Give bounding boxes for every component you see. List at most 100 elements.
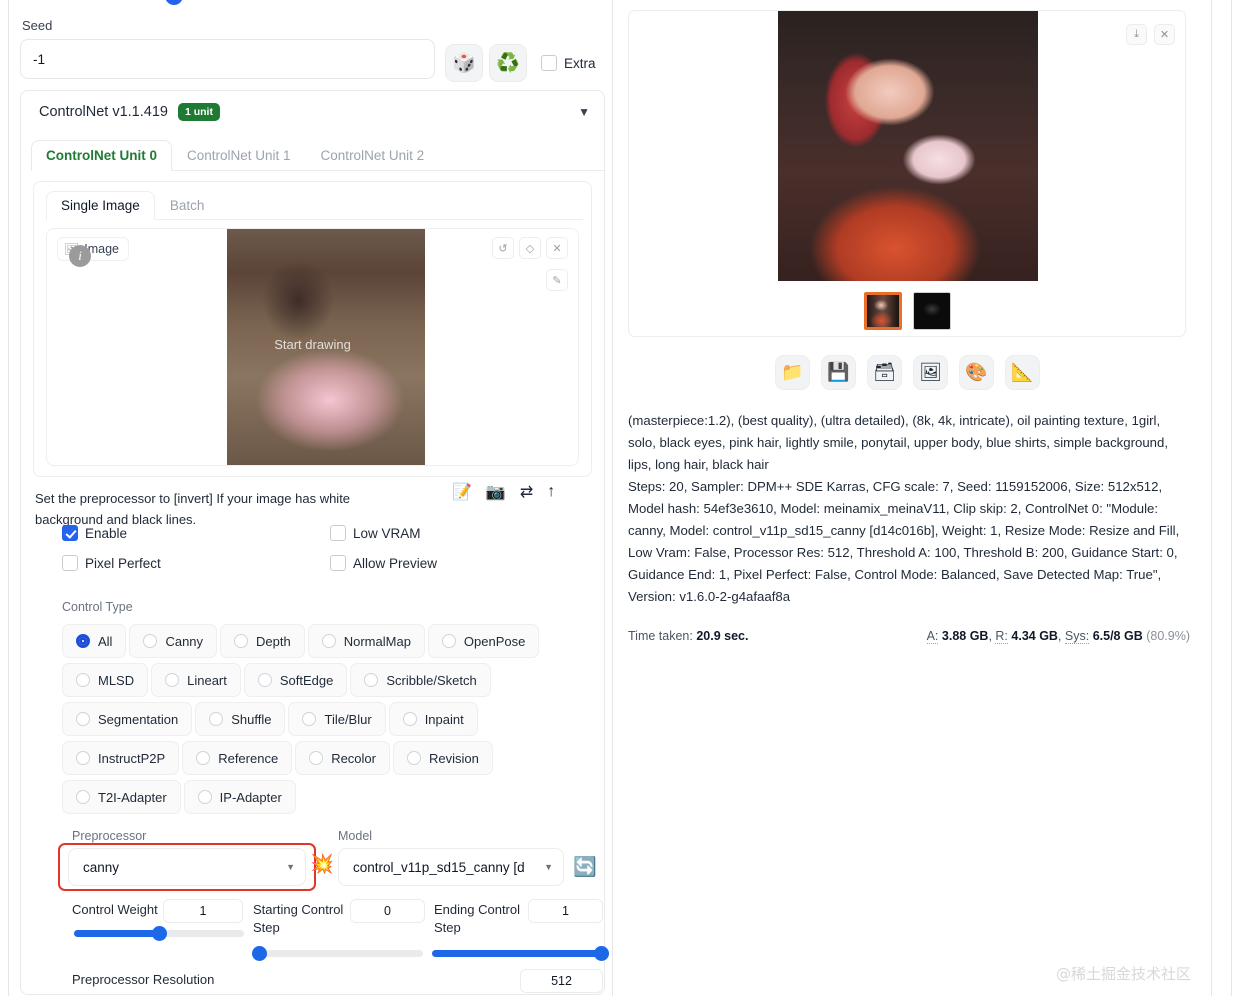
control-type-normalmap[interactable]: NormalMap bbox=[307, 624, 425, 658]
radio-icon bbox=[257, 673, 272, 687]
radio-icon bbox=[302, 712, 317, 726]
control-type-lineart[interactable]: Lineart bbox=[151, 663, 241, 697]
eraser-icon[interactable]: ◇ bbox=[519, 237, 541, 259]
pixel-perfect-checkbox[interactable]: Pixel Perfect bbox=[62, 555, 330, 571]
seed-label: Seed bbox=[22, 18, 53, 33]
save-icon[interactable]: 💾 bbox=[821, 355, 856, 390]
single-image-card: Single Image Batch 🖼 Image i Start drawi… bbox=[33, 181, 592, 477]
undo-icon[interactable]: ↺ bbox=[492, 237, 514, 259]
chevron-down-icon: ▼ bbox=[544, 862, 553, 872]
ending-control-step-slider[interactable] bbox=[432, 946, 609, 961]
control-type-softedge[interactable]: SoftEdge bbox=[243, 663, 348, 697]
model-select[interactable]: control_v11p_sd15_canny [d ▼ bbox=[338, 848, 564, 886]
preprocessor-resolution-value[interactable]: 512 bbox=[520, 969, 603, 993]
enable-label: Enable bbox=[85, 525, 128, 541]
control-type-depth[interactable]: Depth bbox=[220, 624, 305, 658]
send-to-img2img-icon[interactable]: 🖼 bbox=[913, 355, 948, 390]
chevron-down-icon[interactable]: ▼ bbox=[578, 105, 590, 119]
control-type-reference[interactable]: Reference bbox=[182, 741, 293, 775]
preprocessor-select[interactable]: canny ▼ bbox=[68, 848, 306, 886]
starting-control-step-slider[interactable] bbox=[252, 946, 423, 961]
preprocessor-value: canny bbox=[83, 859, 120, 875]
radio-icon bbox=[441, 634, 456, 648]
control-type-t2i-adapter[interactable]: T2I-Adapter bbox=[62, 780, 181, 814]
control-type-revision[interactable]: Revision bbox=[392, 741, 493, 775]
control-type-all[interactable]: All bbox=[62, 624, 127, 658]
control-type-inpaint[interactable]: Inpaint bbox=[388, 702, 478, 736]
generated-image[interactable] bbox=[778, 11, 1038, 281]
allow-preview-checkbox[interactable]: Allow Preview bbox=[330, 555, 437, 571]
starting-control-step-value[interactable]: 0 bbox=[350, 899, 425, 923]
control-type-shuffle[interactable]: Shuffle bbox=[195, 702, 286, 736]
mem-r-value: 4.34 GB bbox=[1011, 629, 1058, 643]
control-type-tile-blur[interactable]: Tile/Blur bbox=[288, 702, 386, 736]
control-weight-slider[interactable] bbox=[74, 926, 244, 941]
stable-diffusion-webui-screen: Seed 🎲 ♻️ Extra ControlNet v1.1.419 1 un… bbox=[0, 0, 1234, 996]
control-type-recolor[interactable]: Recolor bbox=[295, 741, 390, 775]
result-thumb-generated[interactable] bbox=[863, 292, 902, 330]
control-type-label-text: NormalMap bbox=[343, 633, 411, 649]
slider-handle-above[interactable] bbox=[165, 0, 183, 5]
control-type-instructp2p[interactable]: InstructP2P bbox=[62, 741, 180, 775]
image-source-tabs: Single Image Batch bbox=[46, 190, 583, 220]
generated-result-card: ⤓ ✕ bbox=[628, 10, 1186, 337]
tab-controlnet-unit-2[interactable]: ControlNet Unit 2 bbox=[306, 140, 440, 171]
controlnet-header[interactable]: ControlNet v1.1.419 1 unit ▼ bbox=[21, 91, 604, 127]
open-folder-icon[interactable]: 📁 bbox=[775, 355, 810, 390]
mem-sys-pct: (80.9%) bbox=[1146, 629, 1190, 643]
control-type-label-text: T2I-Adapter bbox=[98, 789, 167, 805]
controlnet-toggles: Enable Low VRAM Pixel Perfect Allow Prev… bbox=[62, 525, 562, 585]
tab-controlnet-unit-0[interactable]: ControlNet Unit 0 bbox=[31, 140, 172, 171]
radio-icon bbox=[364, 673, 379, 687]
extra-checkbox[interactable]: Extra bbox=[541, 55, 596, 71]
radio-icon bbox=[143, 634, 158, 648]
enable-checkbox[interactable]: Enable bbox=[62, 525, 330, 541]
swap-icon[interactable]: ⇄ bbox=[520, 482, 533, 502]
control-type-mlsd[interactable]: MLSD bbox=[62, 663, 149, 697]
brush-icon[interactable]: ✎ bbox=[546, 269, 568, 291]
control-type-scribble-sketch[interactable]: Scribble/Sketch bbox=[350, 663, 491, 697]
control-type-openpose[interactable]: OpenPose bbox=[427, 624, 540, 658]
mem-sys-label: Sys: bbox=[1064, 629, 1090, 644]
low-vram-checkbox[interactable]: Low VRAM bbox=[330, 525, 421, 541]
radio-icon bbox=[76, 712, 90, 726]
control-type-ip-adapter[interactable]: IP-Adapter bbox=[183, 780, 296, 814]
camera-icon[interactable]: 📷 bbox=[486, 482, 506, 502]
control-type-label-text: Inpaint bbox=[424, 711, 464, 727]
chevron-down-icon: ▼ bbox=[286, 862, 295, 872]
zip-icon[interactable]: 🗃 bbox=[867, 355, 902, 390]
tab-single-image[interactable]: Single Image bbox=[46, 191, 155, 220]
result-thumb-canny-map[interactable] bbox=[912, 292, 951, 330]
ending-control-step-value[interactable]: 1 bbox=[528, 899, 603, 923]
send-to-inpaint-icon[interactable]: 🎨 bbox=[959, 355, 994, 390]
upload-arrow-icon[interactable]: ↑ bbox=[547, 483, 555, 501]
control-type-canny[interactable]: Canny bbox=[129, 624, 218, 658]
refresh-icon[interactable]: 🔄 bbox=[572, 854, 598, 880]
controlnet-image-dropzone[interactable]: 🖼 Image i Start drawing ↺ ◇ ✕ ✎ bbox=[46, 228, 579, 466]
mem-r-label: R: bbox=[995, 629, 1008, 644]
dice-icon[interactable]: 🎲 bbox=[445, 44, 483, 82]
download-icon[interactable]: ⤓ bbox=[1126, 24, 1147, 45]
control-type-label-text: Segmentation bbox=[98, 711, 179, 727]
radio-icon bbox=[197, 790, 212, 804]
edit-note-icon[interactable]: 📝 bbox=[452, 482, 472, 502]
info-icon[interactable]: i bbox=[69, 245, 91, 267]
start-drawing-hint: Start drawing bbox=[274, 337, 351, 352]
left-settings-panel: Seed 🎲 ♻️ Extra ControlNet v1.1.419 1 un… bbox=[20, 0, 610, 996]
close-icon[interactable]: ✕ bbox=[1154, 24, 1175, 45]
close-icon[interactable]: ✕ bbox=[546, 237, 568, 259]
seed-input[interactable] bbox=[20, 39, 435, 79]
control-type-segmentation[interactable]: Segmentation bbox=[62, 702, 193, 736]
send-to-extras-icon[interactable]: 📐 bbox=[1005, 355, 1040, 390]
recycle-icon[interactable]: ♻️ bbox=[489, 44, 527, 82]
control-type-label-text: Tile/Blur bbox=[324, 711, 372, 727]
control-weight-value[interactable]: 1 bbox=[163, 899, 243, 923]
generation-params-text: Steps: 20, Sampler: DPM++ SDE Karras, CF… bbox=[628, 479, 1180, 604]
radio-icon bbox=[209, 712, 224, 726]
model-value: control_v11p_sd15_canny [d bbox=[353, 859, 525, 875]
image-chip: 🖼 Image bbox=[57, 237, 129, 261]
radio-icon bbox=[406, 751, 421, 765]
tab-controlnet-unit-1[interactable]: ControlNet Unit 1 bbox=[172, 140, 306, 171]
control-type-label-text: Depth bbox=[256, 633, 291, 649]
tab-batch[interactable]: Batch bbox=[155, 191, 220, 220]
